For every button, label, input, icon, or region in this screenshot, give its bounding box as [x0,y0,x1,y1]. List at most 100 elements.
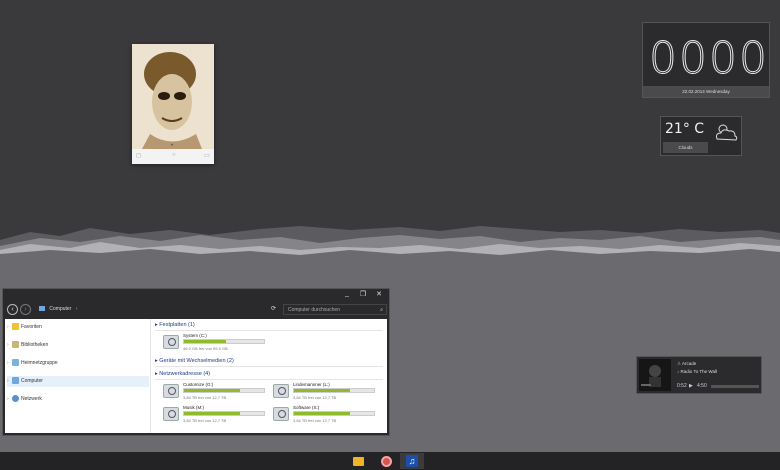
maximize-button[interactable]: ❐ [357,290,369,298]
group-header-label: Festplatten (1) [159,322,195,328]
forward-button[interactable]: › [20,304,31,315]
explorer-nav-bar: ‹ › Computer › ⟳ Computer durchsuchen ⌕ [3,301,389,318]
weather-condition: Clouds [663,142,708,153]
group-header-fixed-drives[interactable]: ▸ Festplatten (1) [155,322,383,331]
music-icon: ♫ [406,455,418,467]
photo-dot-icon: • [171,143,174,149]
back-button[interactable]: ‹ [7,304,18,315]
album-art [639,359,671,391]
address-text: Computer [49,306,72,312]
taskbar-music-button[interactable]: ♫ [400,453,424,469]
cloud-icon [716,124,738,141]
network-drive-icon [163,407,179,421]
content-pane: ▸ Festplatten (1) System (C:) 46,9 GB fr… [153,319,387,433]
taskbar: ♫ [0,452,780,470]
photo-prev-icon[interactable]: ◻ [136,152,141,159]
drive-usage-bar [293,388,375,393]
drive-name: Musik (M:) [183,405,204,410]
group-divider [155,330,383,331]
drive-usage-fill [294,389,350,392]
navigation-pane: › Favoriten › Bibliotheken › Heimnetzgruppe… [5,319,151,433]
group-divider [155,366,383,367]
drive-free-space: 3,84 TB frei von 12,7 TB [183,395,227,400]
explorer-window[interactable]: _ ❐ ✕ ‹ › Computer › ⟳ Computer durchsuc… [2,288,390,436]
search-icon: ⌕ [380,307,383,313]
drive-usage-fill [294,412,350,415]
star-icon [12,323,19,331]
network-drive-icon [163,384,179,398]
weather-temperature: 21° C [665,121,705,137]
network-drive-customize[interactable]: Customize (G:) 3,84 TB frei von 12,7 TB [163,382,273,402]
clock-time: 0 0 0 0 [649,32,768,84]
sidebar-item-label: Computer [21,378,43,384]
explorer-body: › Favoriten › Bibliotheken › Heimnetzgruppe… [5,319,387,433]
network-drive-icon [273,407,289,421]
drive-usage-fill [184,340,227,343]
drive-free-space: 46,9 GB frei von 99,9 GB [183,346,228,351]
group-header-label: Geräte mit Wechselmedien (2) [159,358,234,364]
network-drive-musik[interactable]: Musik (M:) 3,84 TB frei von 12,7 TB [163,405,273,425]
computer-icon [12,377,19,385]
clock-hour-tens: 0 [649,32,679,84]
drive-system-c[interactable]: System (C:) 46,9 GB frei von 99,9 GB [163,333,273,353]
track-title: Radio To The Wall [680,369,717,374]
track-artist: Arcade [682,361,697,366]
clock-widget: 0 0 0 0 22.02.2014 Wednesday [642,22,770,98]
clock-minute-tens: 0 [709,32,739,84]
sidebar-item-label: Bibliotheken [21,342,49,348]
drive-free-space: 3,84 TB frei von 12,7 TB [293,418,337,423]
group-divider [155,379,383,380]
computer-icon [39,306,45,312]
taskbar-explorer-button[interactable] [346,453,370,469]
photo-settings-icon[interactable]: ○ [172,152,176,158]
play-button[interactable]: ▶ [689,383,693,389]
network-icon [12,395,19,403]
drive-free-space: 3,84 TB frei von 12,7 TB [183,418,227,423]
group-header-label: Netzwerkadresse (4) [159,371,211,377]
sidebar-item-computer[interactable]: › Computer [7,376,149,387]
taskbar-media-button[interactable] [374,453,398,469]
sidebar-item-homegroup[interactable]: › Heimnetzgruppe [7,358,149,369]
network-drive-software[interactable]: Software (S:) 3,84 TB frei von 12,7 TB [273,405,383,425]
search-input[interactable]: Computer durchsuchen ⌕ [283,304,387,315]
media-icon [380,455,392,467]
library-icon [12,341,19,349]
sidebar-item-label: Heimnetzgruppe [21,360,58,366]
mountains-wallpaper [0,226,780,260]
group-header-removable[interactable]: ▸ Geräte mit Wechselmedien (2) [155,358,383,367]
sidebar-item-favorites[interactable]: › Favoriten [7,322,149,333]
drive-usage-bar [183,411,265,416]
clock-minute-ones: 0 [739,32,769,84]
drive-name: Software (S:) [293,405,320,410]
drive-usage-bar [183,339,265,344]
drive-usage-bar [293,411,375,416]
sidebar-item-label: Favoriten [21,324,42,330]
sidebar-item-libraries[interactable]: › Bibliotheken [7,340,149,351]
explorer-title-bar[interactable]: _ ❐ ✕ [3,289,389,301]
network-drive-icon [273,384,289,398]
music-player-widget: ♙ Arcade ♪ Radio To The Wall 0:52 ▶ 4:50 [636,356,762,394]
elapsed-time: 0:52 [677,383,687,389]
close-button[interactable]: ✕ [373,290,385,298]
hard-drive-icon [163,335,179,349]
photo-widget[interactable]: ◻ • ○ ▭ [132,44,214,164]
drive-usage-fill [184,412,240,415]
clock-date: 22.02.2014 Wednesday [643,86,769,97]
address-bar[interactable]: Computer › [35,304,267,315]
group-header-network-locations[interactable]: ▸ Netzwerkadresse (4) [155,371,383,380]
minimize-button[interactable]: _ [341,290,353,297]
folder-icon [352,456,364,466]
network-drive-lindemannner[interactable]: Lindemannner (L:) 3,84 TB frei von 12,7 … [273,382,383,402]
drive-name: System (C:) [183,333,207,338]
drive-free-space: 3,84 TB frei von 12,7 TB [293,395,337,400]
drive-name: Lindemannner (L:) [293,382,330,387]
homegroup-icon [12,359,19,367]
photo-next-icon[interactable]: ▭ [204,152,210,159]
artist-row: ♙ Arcade [677,361,696,367]
title-row: ♪ Radio To The Wall [677,369,717,374]
refresh-icon[interactable]: ⟳ [271,305,276,312]
playback-progress-bar[interactable] [711,385,759,388]
chevron-right-icon: › [75,306,78,312]
sidebar-item-network[interactable]: › Netzwerk [7,394,149,405]
search-placeholder: Computer durchsuchen [288,307,340,313]
